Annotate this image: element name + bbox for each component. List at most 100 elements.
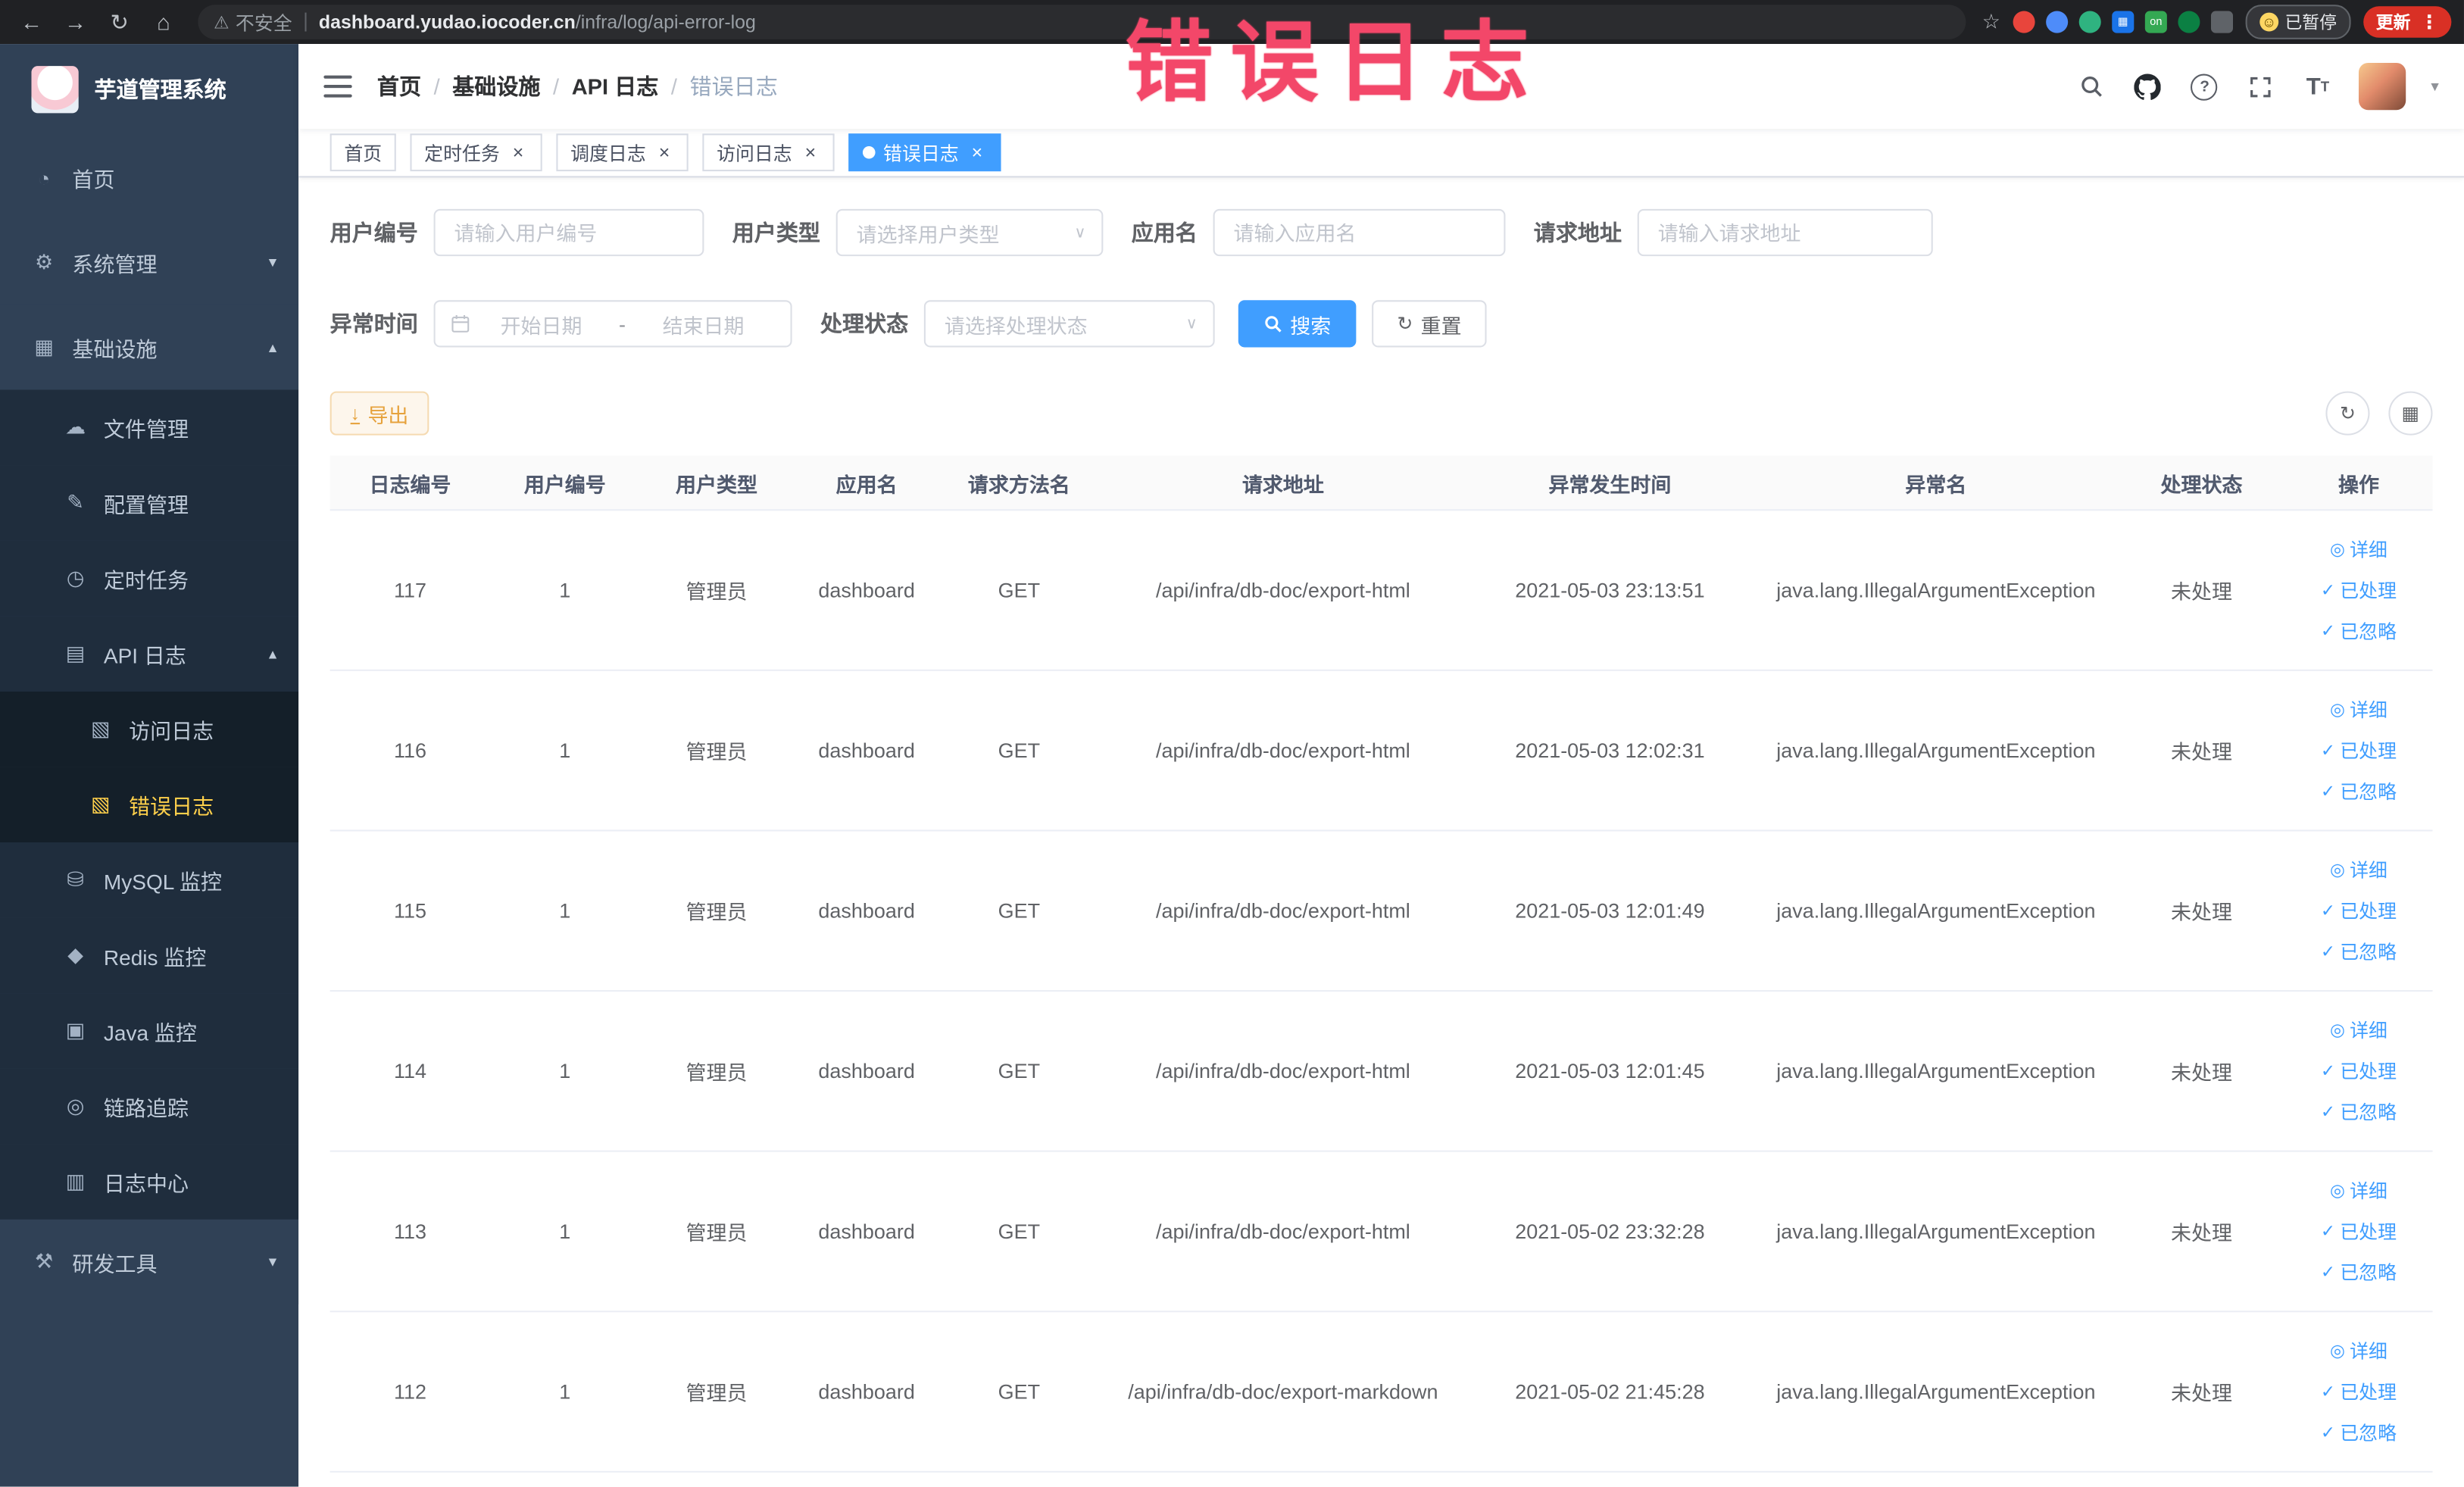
extension-green-circle-icon[interactable] — [2078, 11, 2101, 33]
tag-item[interactable]: 定时任务 × — [410, 133, 542, 172]
form-icon: ▧ — [91, 792, 111, 816]
close-icon[interactable]: × — [654, 142, 674, 163]
exception-time-range-picker[interactable]: 开始日期 - 结束日期 — [433, 300, 792, 348]
update-button[interactable]: 更新 ⋮ — [2363, 6, 2452, 38]
sidebar-item-home[interactable]: ◔ 首页 — [0, 135, 299, 220]
extension-blue-drop-icon[interactable] — [2046, 11, 2069, 33]
help-icon[interactable]: ? — [2189, 70, 2220, 102]
home-icon: ◔ — [37, 165, 51, 189]
breadcrumb-item[interactable]: API 日志 — [572, 70, 659, 102]
bookmark-star-icon[interactable]: ☆ — [1982, 9, 2000, 34]
home-icon[interactable]: ⌂ — [145, 5, 183, 39]
breadcrumb-item[interactable]: 基础设施 — [452, 70, 540, 102]
avatar-dropdown-caret-icon[interactable]: ▾ — [2431, 78, 2438, 95]
user-type-select[interactable]: 请选择用户类型 ∨ — [835, 208, 1104, 257]
sidebar-item-file[interactable]: ☁ 文件管理 — [0, 389, 299, 466]
action-detail-link[interactable]: ◎ 详细 — [2330, 849, 2387, 890]
cell-method: GET — [998, 898, 1041, 923]
action-processed-link[interactable]: ✓ 已处理 — [2321, 890, 2397, 931]
font-size-icon[interactable]: TT — [2302, 70, 2333, 102]
chevron-up-icon: ▾ — [268, 645, 277, 663]
tag-item[interactable]: 调度日志 × — [556, 133, 689, 172]
sidebar-item-java[interactable]: ▣ Java 监控 — [0, 993, 299, 1069]
sidebar-item-config[interactable]: ✎ 配置管理 — [0, 465, 299, 541]
search-icon[interactable] — [2075, 70, 2106, 102]
action-ignore-link[interactable]: ✓ 已忽略 — [2321, 931, 2397, 972]
app-name-label: 应用名 — [1131, 220, 1198, 245]
action-detail-link[interactable]: ◎ 详细 — [2330, 689, 2387, 730]
cell-status: 未处理 — [2171, 740, 2232, 764]
paused-badge[interactable]: ☺ 已暂停 — [2245, 5, 2351, 39]
action-ignore-link[interactable]: ✓ 已忽略 — [2321, 1251, 2397, 1292]
request-url-input[interactable] — [1637, 208, 1933, 257]
action-detail-link[interactable]: ◎ 详细 — [2330, 1330, 2387, 1371]
app-name-input[interactable] — [1213, 208, 1506, 257]
cell-url: /api/infra/db-doc/export-html — [1155, 578, 1410, 602]
export-button[interactable]: ↓ 导出 — [329, 391, 429, 436]
user-avatar[interactable] — [2358, 62, 2406, 111]
refresh-button[interactable]: ↻ — [2325, 391, 2370, 436]
action-label: 详细 — [2350, 858, 2387, 881]
action-processed-link[interactable]: ✓ 已处理 — [2321, 570, 2397, 611]
action-ignore-link[interactable]: ✓ 已忽略 — [2321, 1092, 2397, 1132]
column-header: 请求地址 — [1241, 472, 1324, 496]
close-icon[interactable]: × — [507, 142, 528, 163]
action-processed-link[interactable]: ✓ 已处理 — [2321, 1211, 2397, 1251]
close-icon[interactable]: × — [967, 142, 987, 163]
cell-actions: ◎ 详细 ✓ 已处理 ✓ 已忽略 — [2283, 831, 2434, 990]
github-icon[interactable] — [2132, 70, 2163, 102]
extension-red-circle-icon[interactable] — [2013, 11, 2035, 33]
address-bar[interactable]: ⚠ 不安全 dashboard.yudao.iocoder.cn/infra/l… — [198, 5, 1967, 39]
sidebar-item-api-log[interactable]: ▤ API 日志 ▾ — [0, 616, 299, 692]
action-detail-link[interactable]: ◎ 详细 — [2330, 1170, 2387, 1211]
error-log-table: 日志编号 用户编号 用户类型 应用名 请求方法名 请求地址 异常发生时间 异常名 处理状态 操作 … — [329, 455, 2434, 1473]
extension-green-on-toggle-icon[interactable]: on — [2144, 11, 2167, 33]
action-label: 已处理 — [2340, 899, 2397, 922]
cell-id: 112 — [393, 1379, 426, 1404]
extension-green-leaf-icon[interactable] — [2178, 11, 2200, 33]
sidebar-item-log-center[interactable]: ▥ 日志中心 — [0, 1144, 299, 1220]
close-icon[interactable]: × — [800, 142, 820, 163]
sidebar-item-redis[interactable]: ◆ Redis 监控 — [0, 917, 299, 994]
action-detail-link[interactable]: ◎ 详细 — [2330, 529, 2387, 570]
action-processed-link[interactable]: ✓ 已处理 — [2321, 1371, 2397, 1412]
cell-time: 2021-05-03 12:02:31 — [1515, 739, 1705, 763]
action-ignore-link[interactable]: ✓ 已忽略 — [2321, 611, 2397, 651]
reload-icon[interactable]: ↻ — [101, 5, 139, 39]
search-button[interactable]: 搜索 — [1238, 300, 1357, 348]
sidebar-item-error-log[interactable]: ▧ 错误日志 — [0, 767, 299, 842]
extension-blue-grid-icon[interactable]: ▦ — [2112, 11, 2135, 33]
sidebar-item-dev-tools[interactable]: ⚒ 研发工具 ▾ — [0, 1219, 299, 1304]
breadcrumb-item[interactable]: 首页 — [377, 70, 421, 102]
cell-user-type: 管理员 — [685, 1220, 748, 1245]
action-ignore-link[interactable]: ✓ 已忽略 — [2321, 771, 2397, 812]
reset-button[interactable]: ↻ 重置 — [1372, 300, 1487, 348]
hamburger-icon[interactable] — [323, 75, 352, 98]
cell-actions: ◎ 详细 ✓ 已处理 ✓ 已忽略 — [2283, 671, 2434, 830]
cell-status: 未处理 — [2171, 579, 2232, 604]
sidebar-item-mysql[interactable]: ⛁ MySQL 监控 — [0, 842, 299, 918]
action-processed-link[interactable]: ✓ 已处理 — [2321, 730, 2397, 771]
sidebar-item-job[interactable]: ◷ 定时任务 — [0, 540, 299, 617]
action-detail-link[interactable]: ◎ 详细 — [2330, 1010, 2387, 1051]
sidebar-item-infra[interactable]: ▦ 基础设施 ▾ — [0, 305, 299, 390]
action-ignore-link[interactable]: ✓ 已忽略 — [2321, 1412, 2397, 1453]
sidebar-item-trace[interactable]: ◎ 链路追踪 — [0, 1068, 299, 1145]
column-header: 用户类型 — [676, 472, 757, 496]
forward-icon[interactable]: → — [57, 5, 95, 39]
extension-gray-puzzle-icon[interactable] — [2210, 11, 2234, 33]
fullscreen-icon[interactable] — [2246, 70, 2277, 102]
column-settings-button[interactable]: ▦ — [2388, 391, 2433, 436]
action-processed-link[interactable]: ✓ 已处理 — [2321, 1051, 2397, 1092]
menu-kebab-icon[interactable]: ⋮ — [2420, 11, 2439, 33]
search-label: 搜索 — [1290, 313, 1332, 338]
sidebar-item-system[interactable]: ⚙ 系统管理 ▾ — [0, 220, 299, 305]
sidebar-item-access-log[interactable]: ▧ 访问日志 — [0, 691, 299, 767]
user-id-input[interactable] — [433, 208, 704, 257]
back-icon[interactable]: ← — [13, 5, 51, 39]
process-status-select[interactable]: 请选择处理状态 ∨ — [923, 300, 1215, 348]
tag-item[interactable]: 首页 — [329, 133, 396, 172]
tag-active[interactable]: 错误日志 × — [848, 133, 1001, 172]
cell-app-name: dashboard — [818, 739, 915, 763]
tag-item[interactable]: 访问日志 × — [702, 133, 835, 172]
